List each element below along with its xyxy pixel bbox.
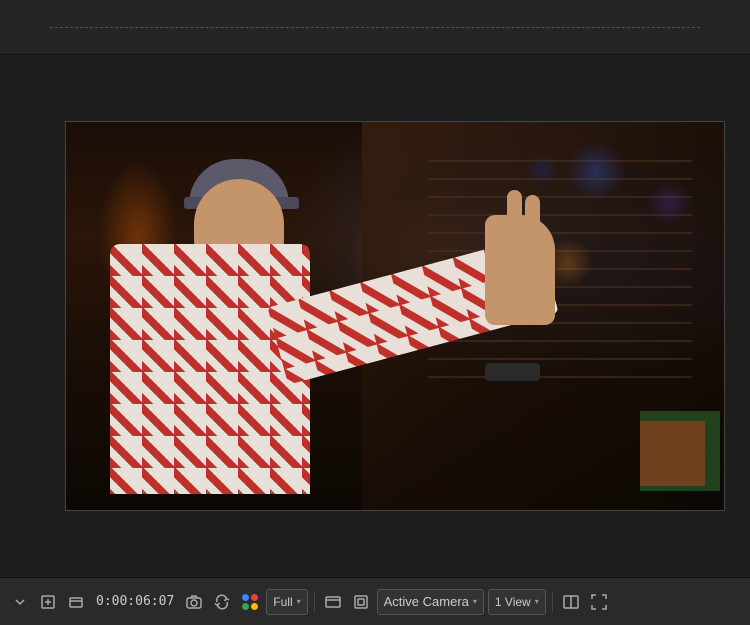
person-body bbox=[110, 244, 310, 494]
colorful-dot-button[interactable] bbox=[238, 588, 262, 616]
viewport-maximize-button[interactable] bbox=[349, 588, 373, 616]
colorful-dot-icon bbox=[242, 594, 258, 610]
view-chevron-icon: ▾ bbox=[535, 597, 539, 606]
fullscreen-button[interactable] bbox=[587, 588, 611, 616]
wrist-watch bbox=[485, 363, 540, 381]
finger-1 bbox=[525, 195, 540, 240]
top-bar bbox=[0, 0, 750, 55]
toggle-v-button[interactable] bbox=[8, 588, 32, 616]
view-layout-label: 1 View bbox=[495, 595, 531, 609]
timecode-display: 0:00:06:07 bbox=[92, 594, 178, 609]
viewport-icon bbox=[353, 594, 369, 610]
render-region-icon bbox=[68, 594, 84, 610]
zoom-dropdown[interactable]: Full ▾ bbox=[266, 589, 307, 615]
camera-chevron-icon: ▾ bbox=[473, 597, 477, 606]
dotted-divider bbox=[50, 27, 700, 28]
separator-2 bbox=[552, 592, 553, 612]
bokeh-light-2 bbox=[647, 180, 692, 225]
zoom-chevron-icon: ▾ bbox=[297, 597, 301, 606]
camera-dropdown-label: Active Camera bbox=[384, 594, 469, 609]
camera-icon bbox=[186, 594, 202, 610]
view-layout-dropdown[interactable]: 1 View ▾ bbox=[488, 589, 546, 615]
zoom-label: Full bbox=[273, 595, 292, 609]
main-viewport-area bbox=[0, 55, 750, 577]
person-silhouette bbox=[85, 141, 580, 512]
finger-2 bbox=[507, 190, 522, 240]
render-button[interactable] bbox=[321, 588, 345, 616]
person-hand bbox=[485, 215, 555, 325]
split-view-button[interactable] bbox=[559, 588, 583, 616]
sync-button[interactable] bbox=[210, 588, 234, 616]
separator-1 bbox=[314, 592, 315, 612]
maximize-icon bbox=[325, 594, 341, 610]
split-icon bbox=[563, 594, 579, 610]
render-region-button[interactable] bbox=[64, 588, 88, 616]
bottom-toolbar: 0:00:06:07 Full ▾ bbox=[0, 577, 750, 625]
viewport-container bbox=[65, 121, 725, 511]
camera-dropdown[interactable]: Active Camera ▾ bbox=[377, 589, 484, 615]
fullscreen-icon bbox=[591, 594, 607, 610]
fit-view-button[interactable] bbox=[36, 588, 60, 616]
sync-icon bbox=[214, 594, 230, 610]
chevron-down-icon bbox=[12, 594, 28, 610]
fit-icon bbox=[40, 594, 56, 610]
board-red bbox=[640, 421, 705, 486]
viewport-image[interactable] bbox=[65, 121, 725, 511]
camera-button[interactable] bbox=[182, 588, 206, 616]
right-boards bbox=[625, 391, 725, 511]
